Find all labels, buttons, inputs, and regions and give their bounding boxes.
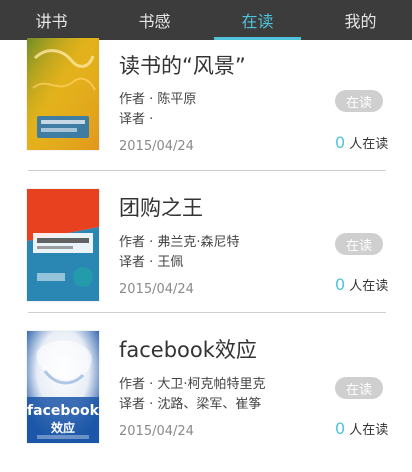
book-author: 作者 · 大卫·柯克帕特里克 [119,377,266,392]
book-translator: 译者 · 沈路、梁军、崔筝 [119,397,262,412]
tab-label: 讲书 [35,12,68,31]
book-translator: 译者 · [119,112,154,127]
reading-count-label: 人在读 [349,423,389,438]
status-badge[interactable]: 在读 [335,377,383,399]
book-translator: 译者 · 王佩 [119,255,184,270]
book-date: 2015/04/24 [119,139,194,154]
divider [28,312,386,313]
book-title[interactable]: facebook效应 [119,334,257,364]
book-date: 2015/04/24 [119,282,194,297]
status-badge[interactable]: 在读 [335,233,383,255]
top-tab-bar: 讲书 书感 在读 我的 [0,0,412,40]
book-date: 2015/04/24 [119,424,194,439]
book-list-item[interactable]: 团购之王 作者 · 弗兰克·森尼特 译者 · 王佩 2015/04/24 在读 … [0,185,412,330]
reading-count-label: 人在读 [349,279,389,294]
tab-zaidu[interactable]: 在读 [206,0,309,40]
reading-count-number: 0 [335,419,346,438]
cover-art-2 [27,189,99,301]
book-author: 作者 · 陈平原 [119,92,197,107]
reading-count-label: 人在读 [349,137,389,152]
tab-label: 书感 [138,12,171,31]
cover-art-1 [27,38,99,150]
book-list-item[interactable]: facebook 效应 facebook效应 作者 · 大卫·柯克帕特里克 译者… [0,327,412,472]
book-cover-image[interactable] [27,189,99,301]
reading-count: 0 人在读 [335,275,388,294]
cover-text-xiaoying: 效应 [51,420,75,435]
book-author: 作者 · 弗兰克·森尼特 [119,235,240,250]
book-list-item[interactable]: 读书的“风景” 作者 · 陈平原 译者 · 2015/04/24 在读 0 人在… [0,38,412,183]
reading-count: 0 人在读 [335,133,388,152]
tab-label: 在读 [241,12,274,31]
status-badge[interactable]: 在读 [335,90,383,112]
reading-count: 0 人在读 [335,419,388,438]
book-cover-image[interactable]: facebook 效应 [27,331,99,443]
cover-text-facebook: facebook [27,403,99,419]
tab-wode[interactable]: 我的 [309,0,412,40]
book-cover-image[interactable] [27,38,99,150]
reading-count-number: 0 [335,133,346,152]
tab-jiangshu[interactable]: 讲书 [0,0,103,40]
tab-shugan[interactable]: 书感 [103,0,206,40]
book-title[interactable]: 读书的“风景” [119,50,246,80]
book-title[interactable]: 团购之王 [119,192,203,222]
cover-art-3: facebook 效应 [27,331,99,443]
tab-label: 我的 [344,12,377,31]
divider [28,170,386,171]
reading-count-number: 0 [335,275,346,294]
